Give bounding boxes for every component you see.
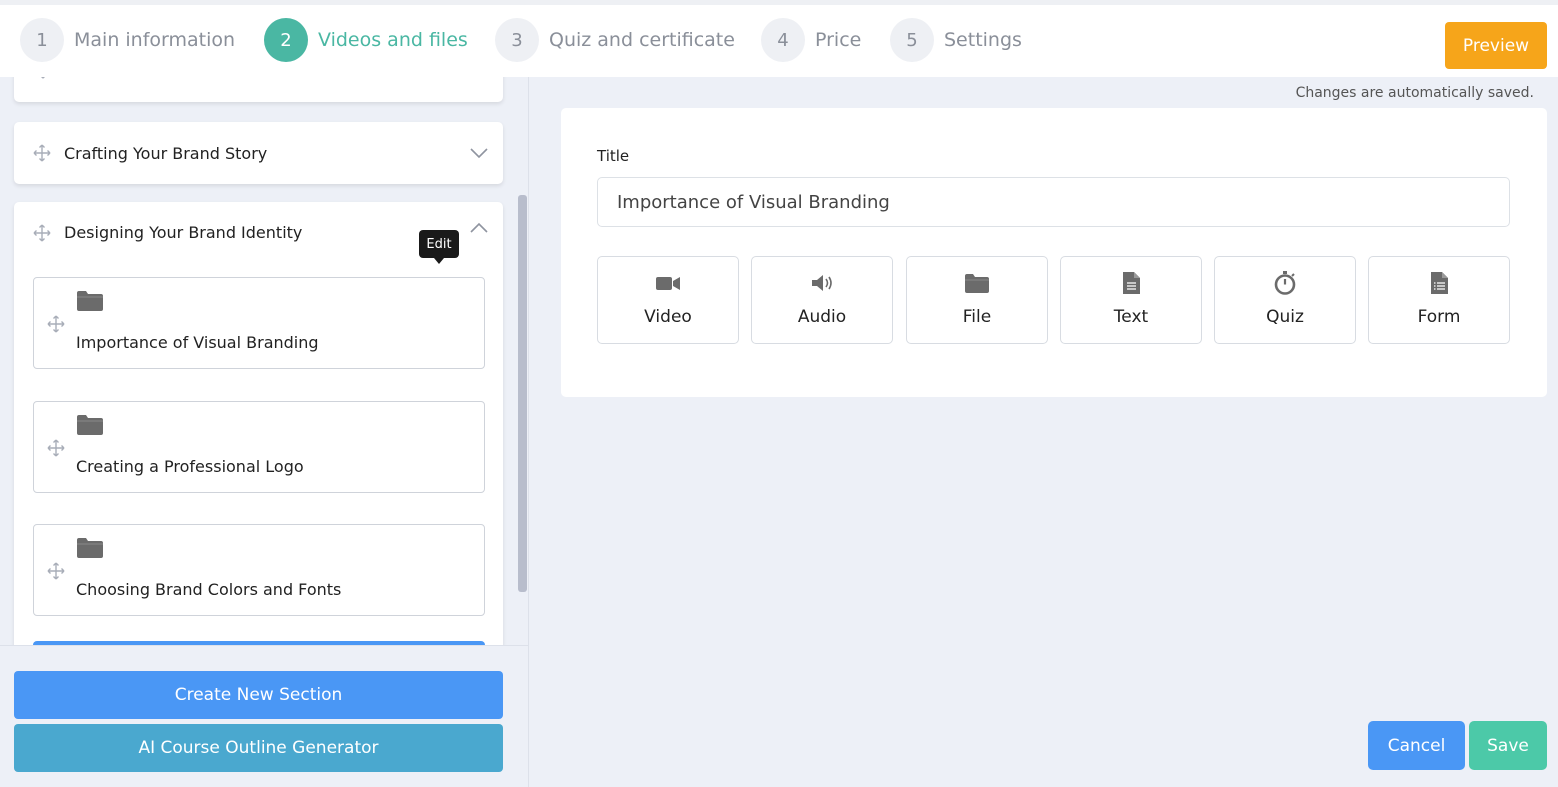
curriculum-panel: Crafting Your Brand Story Designing Your… [0,77,529,787]
form-icon [1431,272,1448,294]
preview-button[interactable]: Preview [1445,22,1547,69]
step-number: 3 [495,18,539,62]
content-type-label: Form [1417,307,1461,327]
move-icon[interactable] [33,224,51,242]
step-number: 1 [20,18,64,62]
lesson-item[interactable]: Importance of Visual Branding [33,277,485,369]
step-number: 4 [761,18,805,62]
cancel-button[interactable]: Cancel [1368,721,1465,770]
scrollbar[interactable] [518,195,527,592]
move-icon[interactable] [47,562,65,580]
course-stepper-bar: 1 Main information 2 Videos and files 3 … [0,0,1558,77]
lesson-editor: Title Video Audio File Text [561,108,1547,397]
step-price[interactable]: 4 Price [761,18,861,62]
step-label: Price [815,29,862,51]
step-settings[interactable]: 5 Settings [890,18,1022,62]
lesson-item[interactable]: Creating a Professional Logo [33,401,485,493]
move-icon[interactable] [33,144,51,162]
video-camera-icon [656,277,680,290]
step-quiz-and-certificate[interactable]: 3 Quiz and certificate [495,18,735,62]
title-input[interactable] [597,177,1510,227]
section-card[interactable]: Crafting Your Brand Story [14,122,503,184]
lesson-title: Importance of Visual Branding [76,333,319,352]
move-icon[interactable] [34,77,52,79]
document-icon [1123,272,1140,294]
section-title: Designing Your Brand Identity [64,223,303,242]
folder-icon [77,538,103,558]
text-type-button[interactable]: Text [1060,256,1202,344]
ai-course-outline-generator-button[interactable]: AI Course Outline Generator [14,724,503,772]
autosave-note: Changes are automatically saved. [1295,85,1534,101]
folder-icon [965,274,989,293]
stopwatch-icon [1274,271,1296,295]
step-label: Videos and files [318,29,468,51]
lesson-item[interactable]: Choosing Brand Colors and Fonts [33,524,485,616]
step-label: Quiz and certificate [549,29,735,51]
step-number: 2 [264,18,308,62]
chevron-down-icon[interactable] [469,143,489,163]
form-type-button[interactable]: Form [1368,256,1510,344]
content-type-label: Quiz [1266,307,1304,327]
create-new-section-button[interactable]: Create New Section [14,671,503,719]
content-type-label: Video [644,307,692,327]
section-card-partial[interactable] [14,77,503,102]
content-type-label: Text [1113,307,1149,327]
quiz-type-button[interactable]: Quiz [1214,256,1356,344]
folder-icon [77,291,103,311]
video-type-button[interactable]: Video [597,256,739,344]
section-title: Crafting Your Brand Story [64,143,268,163]
content-type-label: File [962,307,992,327]
step-label: Settings [944,29,1022,51]
move-icon[interactable] [47,439,65,457]
step-main-information[interactable]: 1 Main information [20,18,235,62]
speaker-icon [812,275,832,291]
folder-icon [77,415,103,435]
audio-type-button[interactable]: Audio [751,256,893,344]
lesson-title: Creating a Professional Logo [76,457,304,476]
lesson-title: Choosing Brand Colors and Fonts [76,580,342,599]
title-label: Title [597,147,630,165]
section-actions: Create New Section AI Course Outline Gen… [0,645,528,787]
step-label: Main information [74,29,236,51]
file-type-button[interactable]: File [906,256,1048,344]
edit-tooltip: Edit [419,230,459,264]
chevron-up-icon[interactable] [469,218,489,238]
content-type-label: Audio [797,307,847,327]
step-number: 5 [890,18,934,62]
step-videos-and-files[interactable]: 2 Videos and files [264,18,468,62]
move-icon[interactable] [47,315,65,333]
save-button[interactable]: Save [1469,721,1547,770]
